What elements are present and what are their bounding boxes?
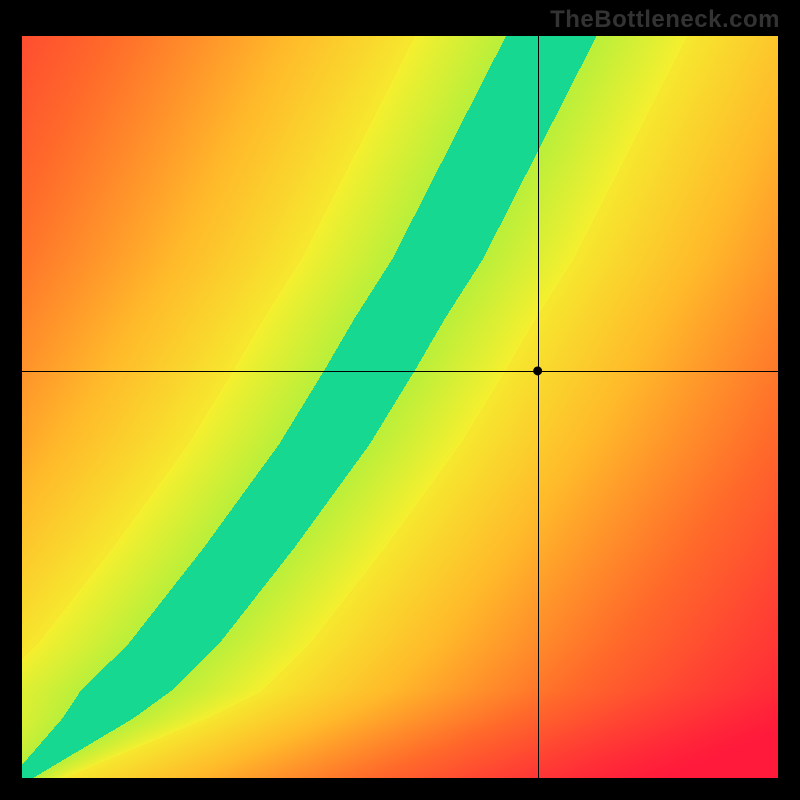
chart-frame: TheBottleneck.com <box>0 0 800 800</box>
bottleneck-heatmap <box>22 36 778 778</box>
watermark-label: TheBottleneck.com <box>550 6 780 34</box>
